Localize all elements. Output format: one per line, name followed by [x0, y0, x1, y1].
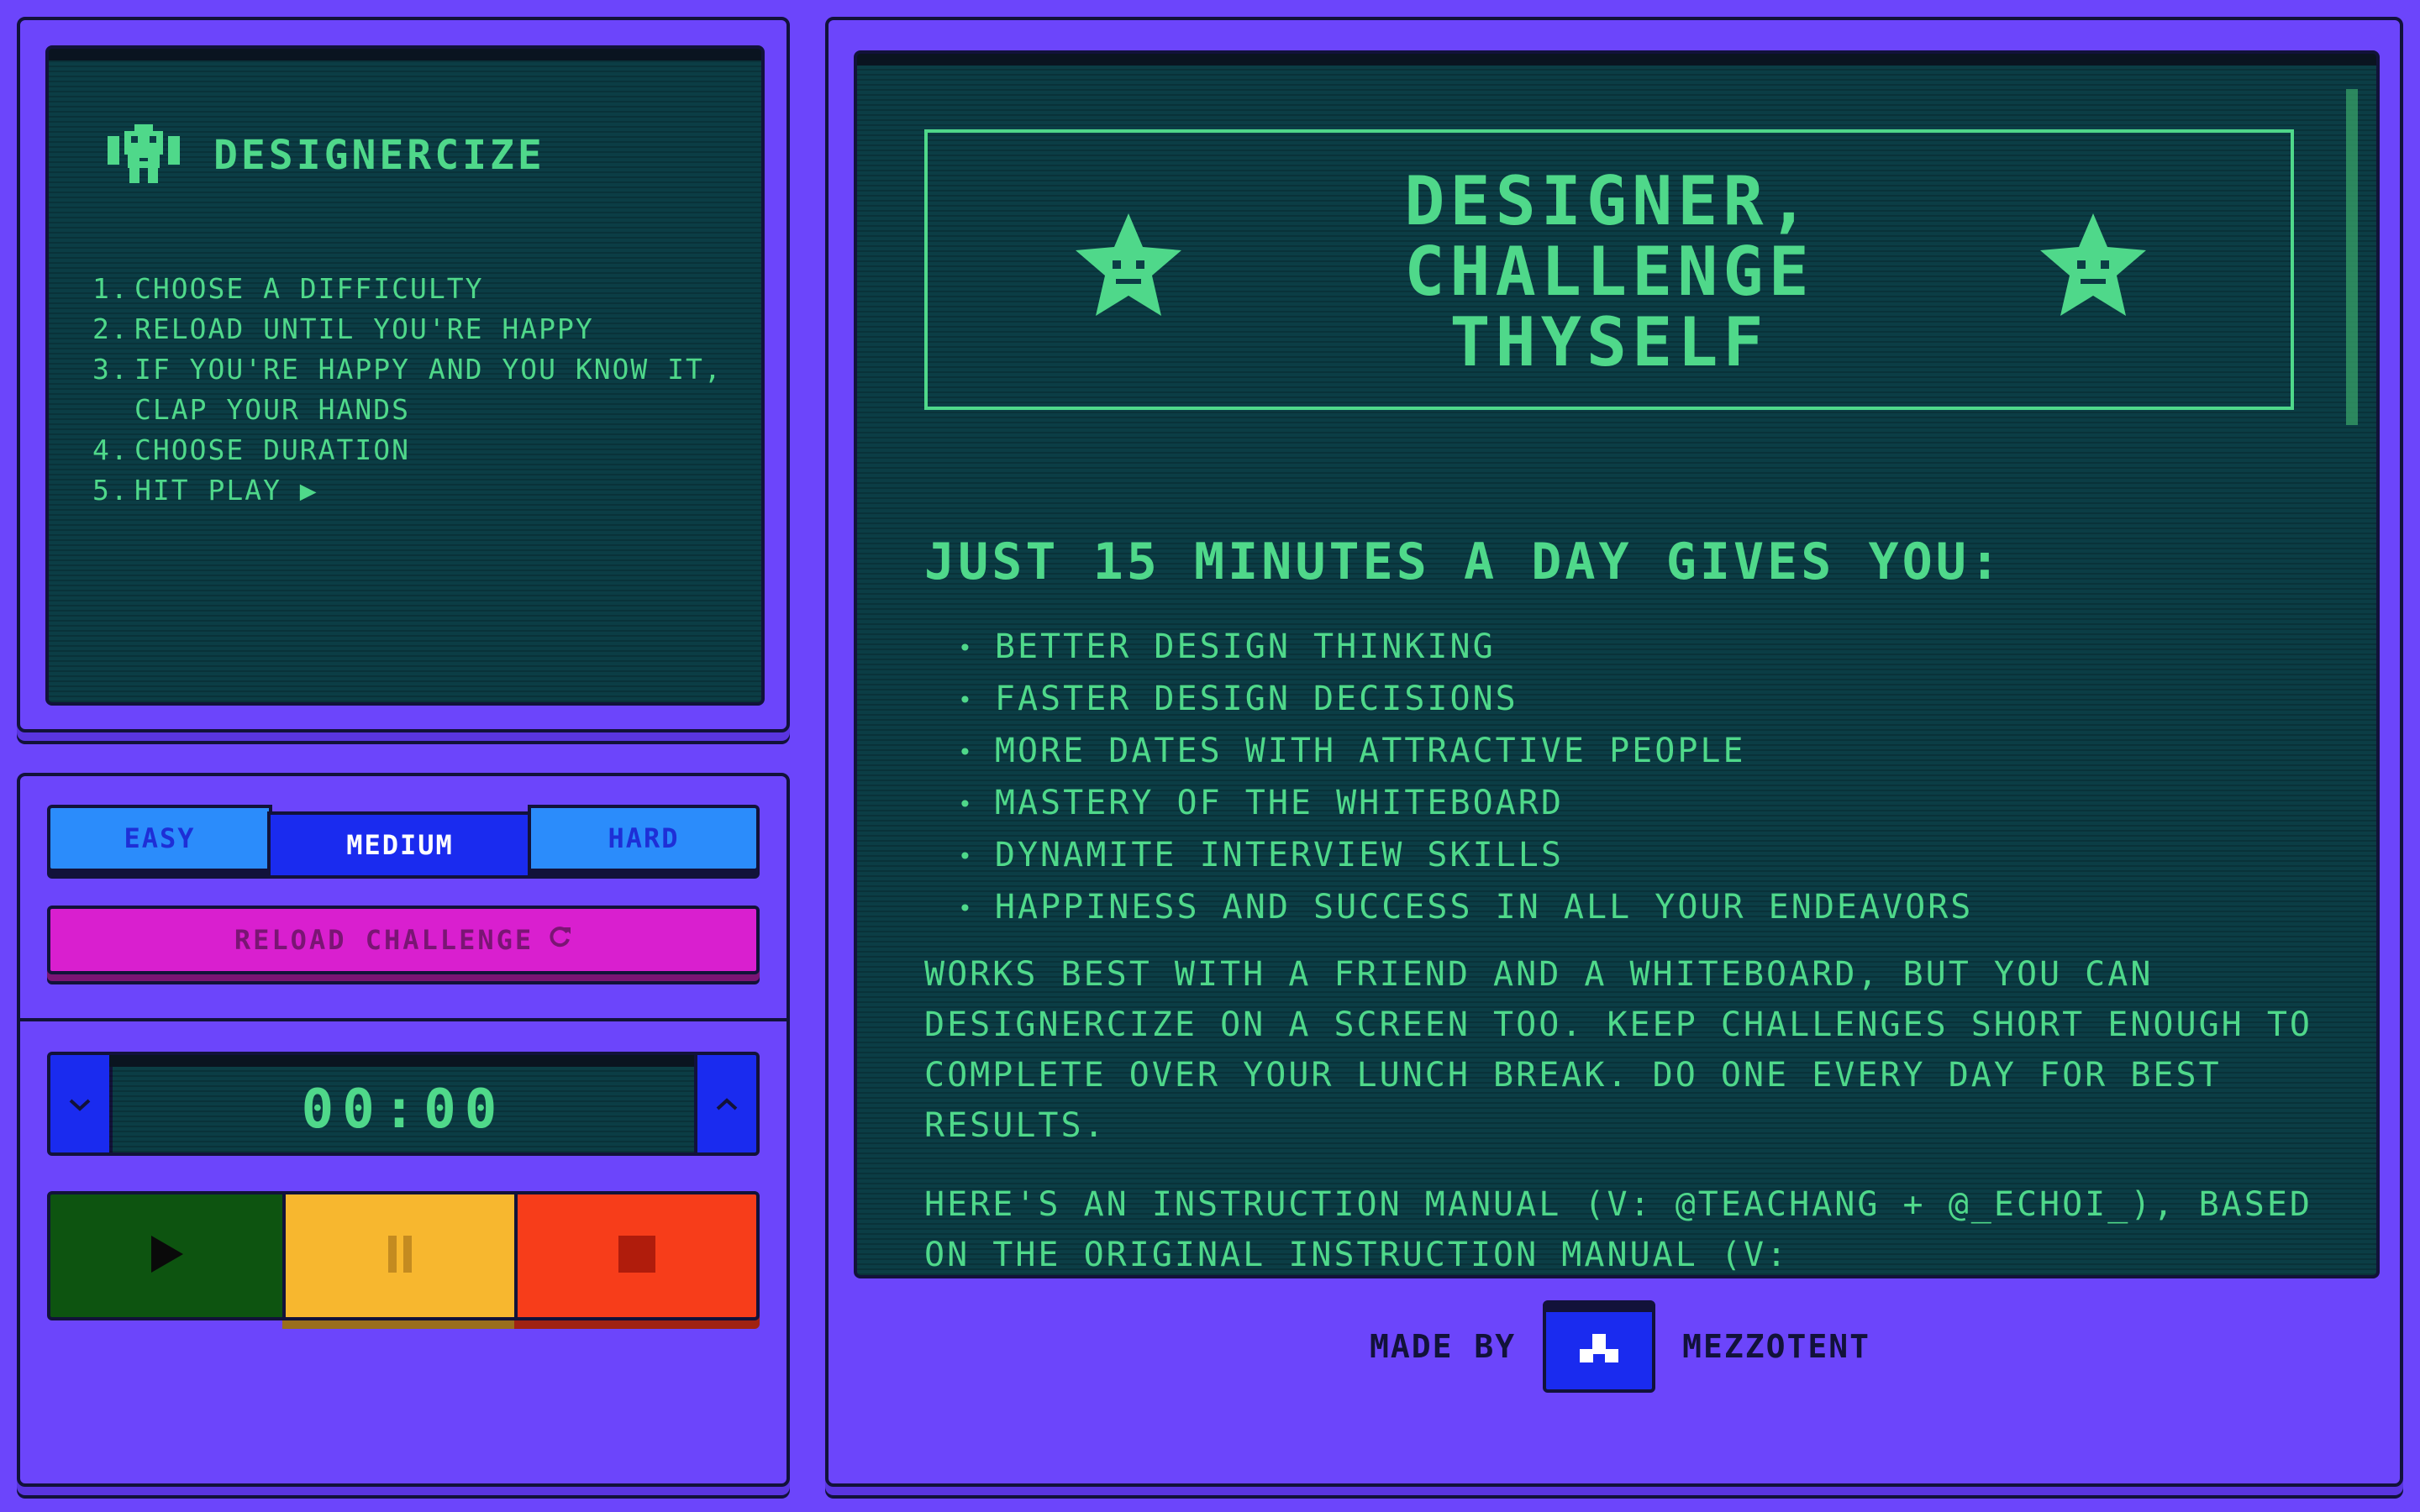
timer-display: 00:00	[109, 1067, 697, 1152]
list-item: 5. HIT PLAY ▶	[92, 470, 731, 511]
step-number: 1.	[92, 272, 129, 305]
step-text: CHOOSE DURATION	[134, 433, 411, 466]
increase-time-button[interactable]	[694, 1055, 756, 1152]
refresh-icon	[547, 924, 572, 956]
content-panel: DESIGNER, CHALLENGE THYSELF JUST 15 MINU…	[825, 17, 2403, 1487]
chevron-down-icon	[67, 1087, 92, 1121]
subtitle: JUST 15 MINUTES A DAY GIVES YOU:	[924, 533, 2003, 591]
instructions-screen: DESIGNERCIZE 1. CHOOSE A DIFFICULTY 2. REL…	[45, 45, 765, 706]
step-text: CHOOSE A DIFFICULTY	[134, 272, 484, 305]
step-number: 4.	[92, 433, 129, 466]
brand: DESIGNERCIZE	[108, 124, 545, 186]
content-screen: DESIGNER, CHALLENGE THYSELF JUST 15 MINU…	[854, 50, 2380, 1278]
mezzotent-logo-icon[interactable]	[1543, 1300, 1656, 1393]
step-number: 2.	[92, 312, 129, 345]
hard-button[interactable]: HARD	[528, 805, 760, 872]
list-item: 1. CHOOSE A DIFFICULTY	[92, 269, 731, 309]
pause-icon	[385, 1234, 415, 1278]
description-paragraph: WORKS BEST WITH A FRIEND AND A WHITEBOAR…	[924, 955, 2313, 1145]
chevron-up-icon	[714, 1087, 739, 1121]
instructions-panel: DESIGNERCIZE 1. CHOOSE A DIFFICULTY 2. REL…	[17, 17, 790, 732]
brand-title: DESIGNERCIZE	[213, 132, 545, 179]
step-text: RELOAD UNTIL YOU'RE HAPPY	[134, 312, 594, 345]
list-item: 3. IF YOU'RE HAPPY AND YOU KNOW IT, CLAP …	[92, 349, 731, 430]
step-text: HIT PLAY ▶	[134, 474, 318, 507]
steps-list: 1. CHOOSE A DIFFICULTY 2. RELOAD UNTIL YOU…	[92, 269, 731, 511]
benefits-list: BETTER DESIGN THINKING FASTER DESIGN DEC…	[958, 622, 1973, 934]
list-item: 2. RELOAD UNTIL YOU'RE HAPPY	[92, 309, 731, 349]
timer: 00:00	[47, 1052, 760, 1156]
wizard-star-icon	[2037, 213, 2149, 326]
list-item: HAPPINESS AND SUCCESS IN ALL YOUR ENDEAV…	[958, 882, 1973, 934]
list-item: 4. CHOOSE DURATION	[92, 430, 731, 470]
manual-paragraph[interactable]: HERE'S AN INSTRUCTION MANUAL (V: @TEACHA…	[924, 1179, 2319, 1275]
play-button[interactable]	[47, 1191, 286, 1320]
list-item: MORE DATES WITH ATTRACTIVE PEOPLE	[958, 726, 1973, 778]
pause-button[interactable]	[282, 1191, 518, 1320]
scrollbar[interactable]	[2346, 89, 2358, 425]
company-name[interactable]: MEZZOTENT	[1682, 1328, 1870, 1365]
made-by-label: MADE BY	[1370, 1328, 1517, 1365]
decrease-time-button[interactable]	[50, 1055, 113, 1152]
list-item: FASTER DESIGN DECISIONS	[958, 674, 1973, 726]
footer: MADE BY MEZZOTENT	[1370, 1300, 1870, 1393]
step-number: 5.	[92, 474, 129, 507]
reload-challenge-button[interactable]: RELOAD CHALLENGE	[47, 906, 760, 974]
play-icon	[148, 1234, 185, 1278]
medium-button[interactable]: MEDIUM	[267, 811, 533, 879]
list-item: DYNAMITE INTERVIEW SKILLS	[958, 830, 1973, 882]
stop-button[interactable]	[514, 1191, 760, 1320]
divider	[18, 1018, 788, 1021]
robot-icon	[108, 124, 180, 186]
stop-icon	[617, 1234, 657, 1278]
hero-banner: DESIGNER, CHALLENGE THYSELF	[924, 129, 2294, 410]
list-item: MASTERY OF THE WHITEBOARD	[958, 778, 1973, 830]
step-number: 3.	[92, 353, 129, 386]
easy-button[interactable]: EASY	[47, 805, 272, 872]
timer-bezel	[109, 1055, 697, 1067]
list-item: BETTER DESIGN THINKING	[958, 622, 1973, 674]
step-text: IF YOU'RE HAPPY AND YOU KNOW IT, CLAP YO…	[134, 353, 723, 426]
reload-label: RELOAD CHALLENGE	[234, 924, 534, 956]
